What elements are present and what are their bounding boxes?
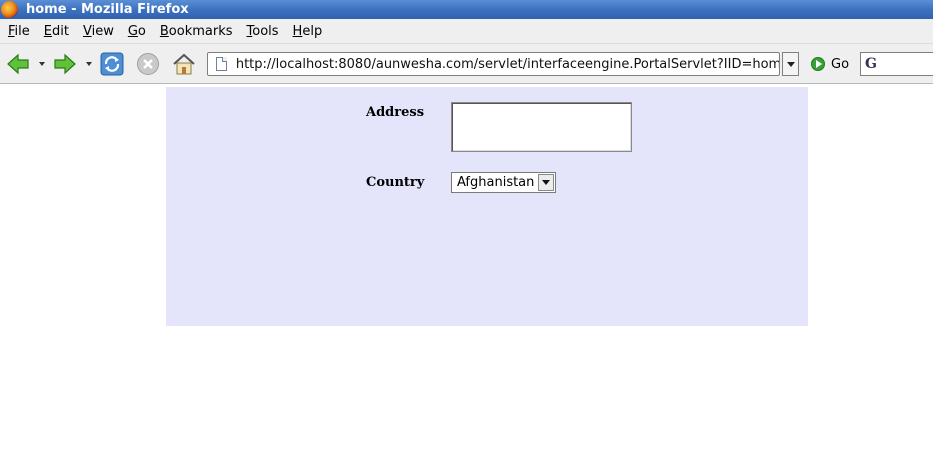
window-titlebar: home - Mozilla Firefox	[0, 0, 933, 19]
menu-view[interactable]: View	[83, 24, 114, 39]
reload-icon	[100, 52, 124, 76]
country-label: Country	[366, 175, 425, 190]
forward-arrow-icon	[54, 53, 76, 75]
go-button[interactable]: Go	[811, 55, 849, 73]
address-label: Address	[366, 105, 425, 120]
firefox-logo-icon	[1, 1, 18, 18]
menu-file[interactable]: File	[8, 24, 30, 39]
window-title: home - Mozilla Firefox	[26, 2, 189, 17]
menu-edit[interactable]: Edit	[44, 24, 69, 39]
home-icon	[173, 53, 195, 75]
google-search-icon: G	[865, 56, 877, 72]
url-text: http://localhost:8080/aunwesha.com/servl…	[235, 56, 779, 72]
forward-button[interactable]	[52, 51, 78, 77]
menu-bookmarks[interactable]: Bookmarks	[160, 24, 233, 39]
search-box[interactable]: G	[860, 52, 933, 76]
address-textarea[interactable]	[451, 102, 632, 152]
back-history-dropdown[interactable]	[39, 62, 45, 66]
back-button[interactable]	[5, 51, 31, 77]
country-selected-value: Afghanistan	[457, 175, 535, 190]
page-icon	[216, 57, 227, 71]
url-history-dropdown[interactable]	[782, 52, 799, 76]
menu-tools[interactable]: Tools	[247, 24, 279, 39]
home-button[interactable]	[171, 51, 197, 77]
chevron-down-icon	[542, 180, 550, 185]
back-arrow-icon	[7, 53, 29, 75]
country-select[interactable]: Afghanistan	[451, 172, 556, 193]
url-bar[interactable]: http://localhost:8080/aunwesha.com/servl…	[207, 52, 780, 76]
reload-button[interactable]	[99, 51, 125, 77]
stop-button[interactable]	[135, 51, 161, 77]
country-dropdown-button[interactable]	[538, 174, 554, 191]
chevron-down-icon	[786, 61, 795, 67]
menu-help[interactable]: Help	[293, 24, 323, 39]
stop-icon	[137, 53, 159, 75]
menu-bar: File Edit View Go Bookmarks Tools Help	[0, 19, 933, 44]
go-arrow-icon	[811, 57, 825, 71]
go-label: Go	[831, 56, 850, 72]
forward-history-dropdown[interactable]	[86, 62, 92, 66]
menu-go[interactable]: Go	[128, 24, 146, 39]
